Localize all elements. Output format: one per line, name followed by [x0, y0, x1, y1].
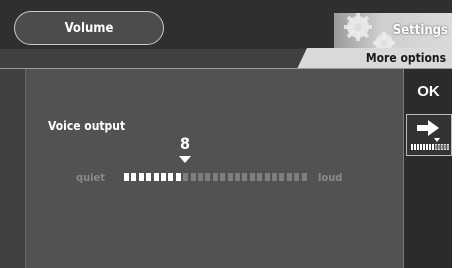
volume-segment[interactable] [257, 173, 262, 181]
settings-tab-label: Settings [392, 23, 448, 38]
volume-slider[interactable] [124, 173, 309, 183]
volume-segment[interactable] [183, 173, 188, 181]
arrow-right-icon [417, 120, 439, 136]
ok-button-label: OK [417, 82, 440, 100]
volume-segment[interactable] [242, 173, 247, 181]
loud-label: loud [318, 171, 343, 184]
more-options-label: More options [365, 51, 446, 65]
volume-segment[interactable] [213, 173, 218, 181]
volume-segment[interactable] [287, 173, 292, 181]
next-option-button[interactable] [406, 114, 452, 156]
volume-segment[interactable] [272, 173, 277, 181]
volume-segment[interactable] [124, 173, 129, 181]
volume-segment[interactable] [228, 173, 233, 181]
volume-segment[interactable] [265, 173, 270, 181]
volume-segment[interactable] [131, 173, 136, 181]
volume-segment[interactable] [220, 173, 225, 181]
volume-segment[interactable] [235, 173, 240, 181]
content-panel [25, 69, 404, 268]
volume-segment[interactable] [205, 173, 210, 181]
volume-segment[interactable] [191, 173, 196, 181]
volume-segment[interactable] [198, 173, 203, 181]
volume-level-value: 8 [179, 134, 190, 153]
volume-segment[interactable] [176, 173, 181, 181]
level-pointer-icon [179, 156, 191, 163]
ok-button[interactable]: OK [404, 69, 452, 113]
volume-tab[interactable]: Volume [14, 11, 164, 45]
volume-segment[interactable] [154, 173, 159, 181]
volume-segment[interactable] [168, 173, 173, 181]
volume-segment[interactable] [146, 173, 151, 181]
volume-segment[interactable] [294, 173, 299, 181]
settings-tab[interactable]: Settings [334, 13, 452, 49]
volume-settings-screen: Volume Settings More options OK Voice ou… [0, 0, 452, 268]
volume-segment[interactable] [250, 173, 255, 181]
volume-segment[interactable] [161, 173, 166, 181]
volume-segment[interactable] [139, 173, 144, 181]
volume-tab-label: Volume [64, 20, 114, 36]
more-options-tab[interactable]: More options [297, 48, 452, 69]
side-button-column: OK [403, 69, 452, 268]
volume-scale-icon [411, 144, 449, 150]
volume-segment[interactable] [279, 173, 284, 181]
quiet-label: quiet [76, 171, 105, 184]
volume-segment[interactable] [302, 173, 307, 181]
voice-output-title: Voice output [48, 119, 126, 133]
level-pointer-icon [434, 138, 440, 142]
